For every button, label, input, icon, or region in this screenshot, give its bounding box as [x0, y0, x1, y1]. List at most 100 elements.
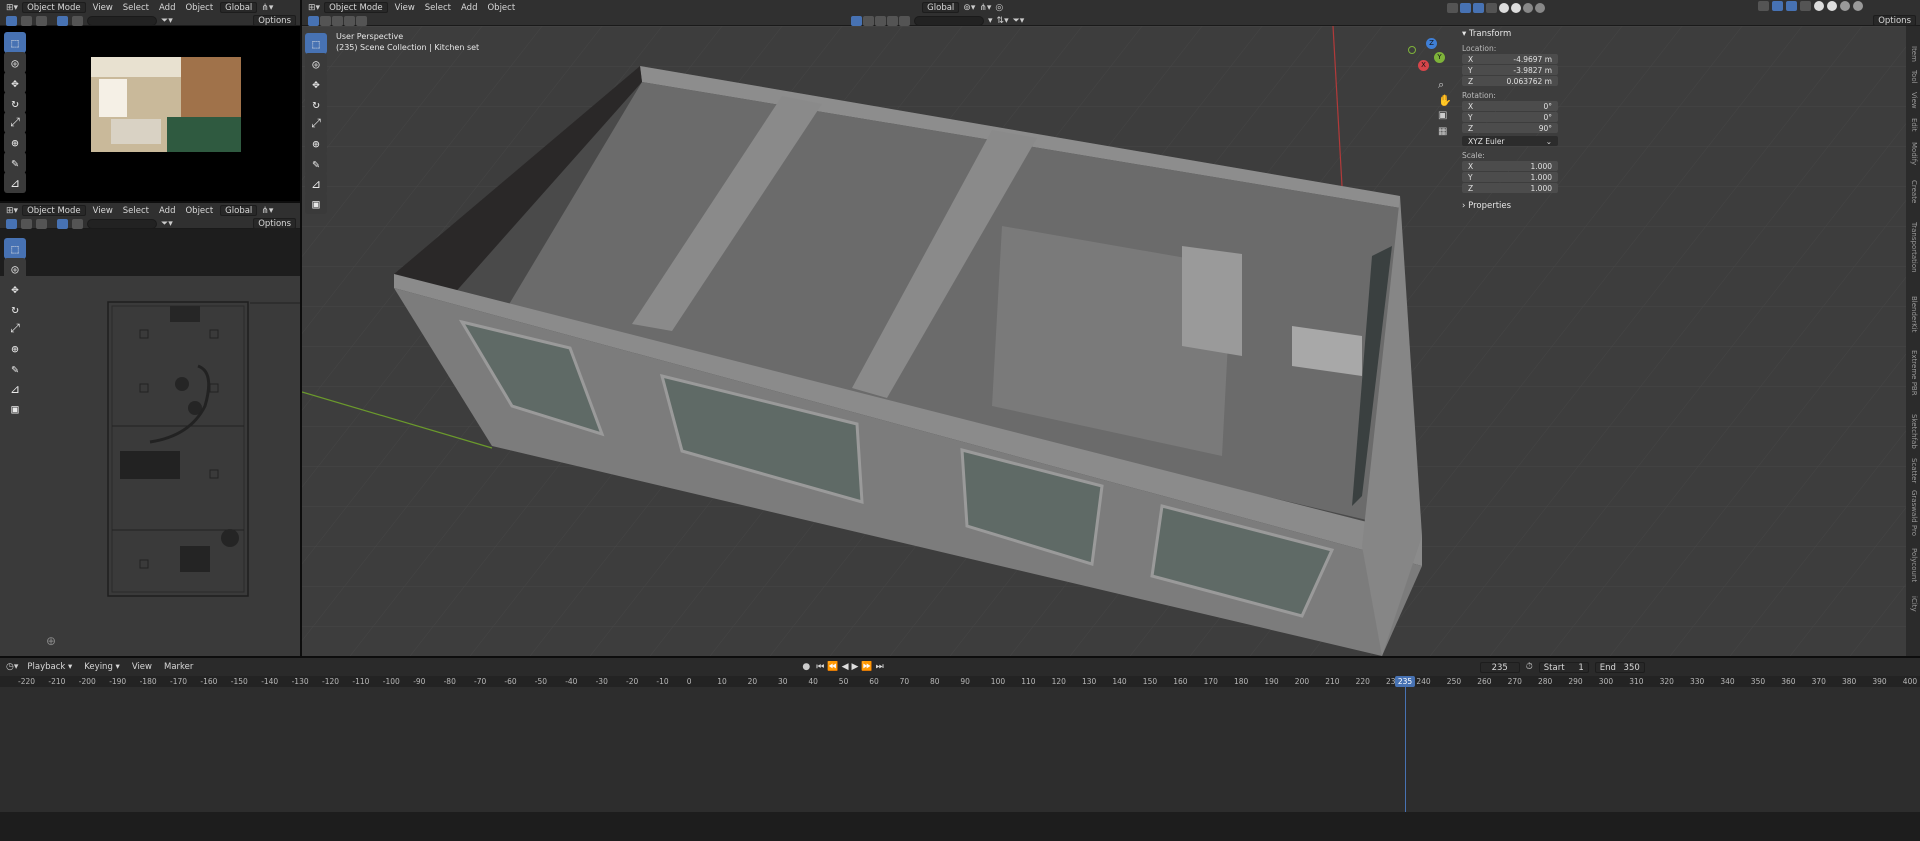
shading-material-icon[interactable]: [1523, 2, 1534, 13]
timeline-editor-icon[interactable]: ◷▾: [6, 662, 18, 672]
next-keyframe-icon[interactable]: ⏩: [861, 662, 872, 672]
tl-mesh-icon[interactable]: [72, 15, 83, 26]
tl-tool-transform[interactable]: ⊕: [4, 132, 26, 153]
select-subtract-icon[interactable]: [332, 15, 343, 26]
menu-object[interactable]: Object: [484, 3, 518, 13]
bl-tool-move[interactable]: ✥: [4, 278, 26, 299]
tl-snap-icon[interactable]: ⋔▾: [261, 3, 273, 13]
xray-toggle-icon[interactable]: [1800, 1, 1811, 11]
horizontal-area-divider[interactable]: [0, 201, 300, 203]
bl-menu-object[interactable]: Object: [182, 206, 216, 216]
timeline-menu-keying[interactable]: Keying ▾: [81, 662, 123, 672]
tl-options-button[interactable]: Options: [253, 15, 296, 26]
location-y-field[interactable]: Y -3.9827 m: [1462, 65, 1558, 75]
rotation-mode-dropdown[interactable]: XYZ Euler ⌄: [1462, 136, 1558, 146]
zoom-icon[interactable]: ⌕: [1438, 78, 1444, 92]
timeline-body[interactable]: [0, 687, 1920, 812]
prev-keyframe-icon[interactable]: ⏪: [827, 662, 838, 672]
timeline-menu-marker[interactable]: Marker: [161, 662, 196, 672]
tl-tool-move[interactable]: ✥: [4, 72, 26, 93]
visibility-icon[interactable]: [1447, 2, 1459, 13]
scale-y-field[interactable]: Y 1.000: [1462, 172, 1558, 182]
tl-search-field[interactable]: [87, 15, 157, 26]
npanel-tab-graswald-pro[interactable]: Graswald Pro: [1910, 490, 1918, 536]
npanel-tab-view[interactable]: View: [1910, 92, 1918, 109]
snap-icon[interactable]: ⋔▾: [979, 3, 991, 13]
bl-menu-view[interactable]: View: [90, 206, 116, 216]
bl-funnel-icon[interactable]: ⏷▾: [161, 219, 173, 229]
select-extend-icon[interactable]: [320, 15, 331, 26]
bl-menu-add[interactable]: Add: [156, 206, 178, 216]
bl-tool-transform[interactable]: ⊕: [4, 338, 26, 359]
tl-tool-rotate[interactable]: ↻: [4, 92, 26, 113]
npanel-tab-blenderkit[interactable]: BlenderKit: [1910, 296, 1918, 332]
material-shading-icon[interactable]: [1840, 1, 1850, 11]
rotation-z-field[interactable]: Z 90°: [1462, 123, 1558, 133]
playhead-frame-badge[interactable]: 235: [1395, 676, 1415, 687]
bl-tool-scale[interactable]: ⤢: [4, 318, 26, 339]
mode-dropdown[interactable]: Object Mode: [324, 2, 388, 13]
overlays-icon[interactable]: [1786, 1, 1797, 11]
tl-tool-measure[interactable]: ⊿: [4, 172, 26, 193]
sort-icon[interactable]: ⇅▾: [997, 16, 1009, 26]
object-icon[interactable]: [851, 15, 862, 26]
record-icon[interactable]: ●: [802, 662, 810, 672]
npanel-tab-transportation[interactable]: Transportation: [1910, 222, 1918, 273]
tl-menu-object[interactable]: Object: [182, 3, 216, 13]
scale-x-field[interactable]: X 1.000: [1462, 161, 1558, 171]
transform-orientation-dropdown[interactable]: Global: [922, 2, 960, 13]
bl-tool-annotate[interactable]: ✎: [4, 358, 26, 379]
bl-mode-dropdown[interactable]: Object Mode: [22, 205, 86, 216]
funnel-icon[interactable]: ⏷▾: [1013, 16, 1025, 26]
bl-orientation-dropdown[interactable]: Global: [220, 205, 258, 216]
tl-menu-view[interactable]: View: [90, 3, 116, 13]
npanel-tab-scatter[interactable]: Scatter: [1910, 458, 1918, 483]
light-icon[interactable]: [887, 15, 898, 26]
camera-preview-viewport[interactable]: [0, 26, 300, 201]
npanel-tab-item[interactable]: Item: [1910, 46, 1918, 62]
npanel-tab-create[interactable]: Create: [1910, 180, 1918, 203]
bl-editor-type-icon[interactable]: ⊞▾: [6, 206, 18, 216]
tl-editor-type-icon[interactable]: ⊞▾: [6, 3, 18, 13]
xray-icon[interactable]: [1486, 2, 1498, 13]
menu-view[interactable]: View: [392, 3, 418, 13]
tl-select-subtract-icon[interactable]: [36, 15, 47, 26]
tool-scale[interactable]: ⤢: [305, 113, 327, 134]
tl-menu-add[interactable]: Add: [156, 3, 178, 13]
npanel-tab-polycount[interactable]: Polycount: [1910, 548, 1918, 582]
start-frame-field[interactable]: Start 1: [1538, 661, 1589, 673]
select-new-icon[interactable]: [308, 15, 319, 26]
tl-funnel-icon[interactable]: ⏷▾: [161, 16, 173, 26]
main-viewport[interactable]: User Perspective (235) Scene Collection …: [302, 26, 1920, 656]
search-field[interactable]: [914, 15, 984, 26]
proportional-edit-icon[interactable]: ◎: [995, 3, 1003, 13]
play-reverse-icon[interactable]: ◀: [842, 662, 849, 672]
bl-select-extend-icon[interactable]: [21, 218, 32, 229]
select-difference-icon[interactable]: [344, 15, 355, 26]
bl-tool-cursor[interactable]: ◎: [4, 258, 26, 279]
tool-measure[interactable]: ⊿: [305, 173, 327, 194]
menu-select[interactable]: Select: [422, 3, 454, 13]
jump-end-icon[interactable]: ⏭: [876, 662, 884, 672]
current-frame-field[interactable]: 235: [1479, 661, 1520, 673]
tool-add-cube[interactable]: ▣: [305, 193, 327, 214]
npanel-tab-tool[interactable]: Tool: [1910, 70, 1918, 84]
bl-tool-select-box[interactable]: ⬚: [4, 238, 26, 259]
tl-select-extend-icon[interactable]: [21, 15, 32, 26]
tool-cursor[interactable]: ◎: [305, 53, 327, 74]
npanel-tab-modify[interactable]: Modify: [1910, 142, 1918, 165]
scale-z-field[interactable]: Z 1.000: [1462, 183, 1558, 193]
shading-solid-icon[interactable]: [1511, 2, 1522, 13]
gizmo-z-axis[interactable]: Z: [1426, 38, 1437, 49]
tool-annotate[interactable]: ✎: [305, 153, 327, 174]
rotation-y-field[interactable]: Y 0°: [1462, 112, 1558, 122]
shading-wireframe-icon[interactable]: [1499, 2, 1510, 13]
mesh-icon[interactable]: [863, 15, 874, 26]
npanel-tab-icity[interactable]: iCity: [1910, 596, 1918, 612]
npanel-tab-extreme-pbr[interactable]: Extreme PBR: [1910, 350, 1918, 396]
tool-transform[interactable]: ⊕: [305, 133, 327, 154]
bl-mesh-icon[interactable]: [72, 218, 83, 229]
bl-snap-icon[interactable]: ⋔▾: [261, 206, 273, 216]
tl-select-new-icon[interactable]: [6, 15, 17, 26]
tl-object-icon[interactable]: [57, 15, 68, 26]
